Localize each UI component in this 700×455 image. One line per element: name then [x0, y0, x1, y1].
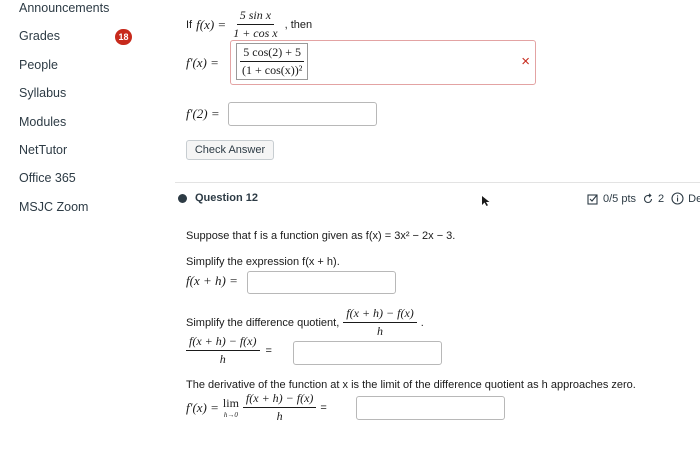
- if-text: If: [186, 18, 193, 31]
- nav-item-nettutor[interactable]: NetTutor: [19, 143, 67, 157]
- entered-answer: 5 cos(2) + 5 (1 + cos(x))²: [236, 43, 309, 80]
- check-answer-button[interactable]: Check Answer: [186, 140, 274, 160]
- nav-item-syllabus[interactable]: Syllabus: [19, 86, 66, 100]
- lim-text: lim: [222, 396, 239, 410]
- q11-prompt: If f(x) = 5 sin x 1 + cos x , then: [186, 8, 312, 41]
- given-fraction: 5 sin x 1 + cos x: [230, 8, 280, 41]
- fprime-x-label: f′(x) =: [186, 399, 219, 415]
- fprime2-answer-field[interactable]: [228, 102, 377, 126]
- nav-item-people[interactable]: People: [19, 58, 58, 72]
- points-score: 0/5 pts: [603, 192, 637, 205]
- dq-numerator: f(x + h) − f(x): [343, 306, 417, 323]
- fx-label: f(x) =: [196, 16, 227, 32]
- then-text: , then: [284, 18, 313, 31]
- derivative-text: The derivative of the function at x is t…: [186, 379, 636, 391]
- fprime-label: f′(x) =: [186, 55, 219, 70]
- simplify-dq-label: Simplify the difference quotient,: [186, 316, 340, 329]
- details-link[interactable]: De: [688, 193, 700, 205]
- fprime2-label: f′(2) =: [186, 106, 220, 121]
- retries-count: 2: [658, 192, 665, 205]
- question-meta: 0/5 pts 2 De: [587, 192, 700, 205]
- derivative-answer-field[interactable]: [356, 396, 505, 420]
- course-nav: Announcements Grades 18 People Syllabus …: [0, 0, 150, 455]
- incorrect-x-icon: ×: [521, 53, 530, 70]
- limit-equals: =: [320, 401, 327, 414]
- limit-denominator: h: [276, 409, 283, 423]
- limit-row: f′(x) = lim h→0 f(x + h) − f(x) h =: [186, 391, 327, 424]
- fprime-answer-field[interactable]: 5 cos(2) + 5 (1 + cos(x))² ×: [230, 40, 536, 85]
- entered-numerator: 5 cos(2) + 5: [240, 45, 305, 62]
- fxh-label: f(x + h) =: [186, 273, 238, 288]
- dq-left-denominator: h: [219, 352, 226, 366]
- dq-fraction: f(x + h) − f(x) h: [343, 306, 417, 339]
- nav-item-grades[interactable]: Grades: [19, 29, 60, 43]
- edit-score-icon: [587, 193, 598, 205]
- fxh-answer-field[interactable]: [247, 271, 396, 294]
- info-icon[interactable]: [671, 192, 684, 205]
- grades-count-badge: 18: [115, 29, 132, 45]
- nav-item-modules[interactable]: Modules: [19, 115, 66, 129]
- cursor-pointer-icon: [482, 196, 490, 206]
- simplify-expression-label: Simplify the expression f(x + h).: [186, 256, 340, 268]
- dq-denominator: h: [377, 324, 384, 338]
- dq-answer-field[interactable]: [293, 341, 442, 365]
- quiz-content: If f(x) = 5 sin x 1 + cos x , then f′(x)…: [150, 0, 700, 455]
- retry-icon[interactable]: [642, 192, 654, 205]
- dq-fraction-left: f(x + h) − f(x) h: [186, 334, 260, 367]
- limit-numerator: f(x + h) − f(x): [242, 391, 317, 408]
- question-status-dot: [178, 194, 187, 203]
- dq-answer-row: f(x + h) − f(x) h =: [186, 334, 272, 367]
- entered-denominator: (1 + cos(x))²: [242, 63, 303, 77]
- lim-subscript: h→0: [223, 411, 238, 419]
- question-12-title: Question 12: [195, 192, 258, 204]
- nav-item-office-365[interactable]: Office 365: [19, 171, 76, 185]
- limit-operator: lim h→0: [223, 396, 239, 419]
- dq-period: .: [420, 316, 424, 329]
- q12-intro: Suppose that f is a function given as f(…: [186, 230, 456, 242]
- question-divider: [175, 182, 700, 183]
- nav-item-announcements[interactable]: Announcements: [19, 1, 109, 15]
- given-numerator: 5 sin x: [236, 8, 275, 25]
- given-denominator: 1 + cos x: [233, 26, 278, 40]
- limit-fraction: f(x + h) − f(x) h: [242, 391, 317, 424]
- nav-item-msjc-zoom[interactable]: MSJC Zoom: [19, 200, 88, 214]
- dq-equals: =: [265, 344, 272, 357]
- dq-left-numerator: f(x + h) − f(x): [186, 334, 260, 351]
